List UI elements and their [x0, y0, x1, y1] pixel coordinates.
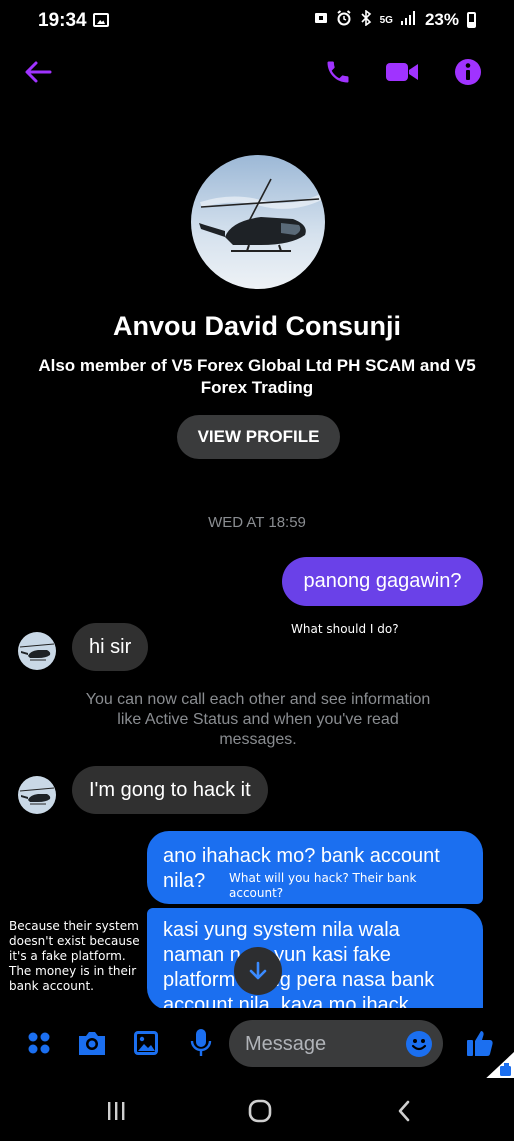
- annotation-line: The money is in their: [9, 964, 137, 978]
- helicopter-thumbnail: [18, 776, 56, 814]
- network-type: 5G: [379, 14, 393, 26]
- translation-annotation: What will you hack? Their bank account?: [229, 871, 429, 901]
- annotation-line: doesn't exist because: [9, 934, 140, 948]
- message-text: hi sir: [89, 635, 132, 658]
- contact-avatar[interactable]: [18, 632, 56, 670]
- message-text: I'm gong to hack it: [89, 778, 251, 801]
- contact-bio: Also member of V5 Forex Global Ltd PH SC…: [26, 355, 488, 399]
- notification-icon: [314, 11, 328, 29]
- annotation-line: it's a fake platform.: [9, 949, 126, 963]
- incoming-message[interactable]: I'm gong to hack it: [72, 766, 268, 814]
- camera-icon[interactable]: [73, 1024, 111, 1062]
- status-bar: 19:34 5G 23%: [0, 0, 514, 44]
- system-notice-line: like Active Status and when you've read: [117, 711, 399, 728]
- outgoing-message[interactable]: kasi yung system nila wala naman n yun k…: [147, 908, 483, 1010]
- translation-annotation: Because their system doesn't exist becau…: [9, 919, 141, 994]
- annotation-line: What will you hack? Their bank: [229, 871, 417, 885]
- status-icons: 5G 23%: [314, 9, 476, 30]
- back-arrow-icon[interactable]: [18, 52, 58, 92]
- system-notice: You can now call each other and see info…: [60, 690, 456, 750]
- system-notice-line: You can now call each other and see info…: [85, 691, 431, 708]
- battery-icon: [467, 12, 476, 28]
- message-input[interactable]: Message: [229, 1020, 443, 1067]
- view-profile-button[interactable]: VIEW PROFILE: [177, 415, 340, 459]
- contact-name: Anvou David Consunji: [112, 311, 401, 341]
- message-placeholder: Message: [245, 1033, 327, 1055]
- phone-icon[interactable]: [318, 52, 358, 92]
- back-icon[interactable]: [384, 1098, 424, 1124]
- helicopter-photo: [191, 155, 325, 289]
- translation-annotation: What should I do?: [291, 622, 399, 636]
- outgoing-message[interactable]: panong gagawin?: [282, 557, 483, 606]
- home-icon[interactable]: [240, 1098, 280, 1124]
- contact-bio-line: Also member of V5 Forex Global Ltd PH SC…: [38, 356, 476, 375]
- annotation-line: Because their system: [9, 919, 139, 933]
- scroll-to-bottom-button[interactable]: [234, 947, 282, 995]
- status-time: 19:34: [38, 10, 87, 31]
- helicopter-thumbnail: [18, 632, 56, 670]
- gallery-notification-icon: [93, 13, 109, 27]
- message-text-line: naman n yun kasi fake: [163, 944, 391, 966]
- contact-bio-line: Forex Trading: [200, 378, 314, 397]
- chat-header: [0, 52, 514, 96]
- bluetooth-icon: [360, 9, 372, 30]
- system-notice-line: messages.: [219, 731, 297, 748]
- contact-avatar[interactable]: [18, 776, 56, 814]
- message-text: panong gagawin?: [303, 570, 462, 592]
- battery-percent: 23%: [424, 10, 459, 29]
- annotation-line: bank account.: [9, 979, 94, 993]
- annotation-line: account?: [229, 886, 284, 900]
- navigation-bar: [0, 1078, 514, 1141]
- gallery-icon[interactable]: [127, 1024, 165, 1062]
- alarm-icon: [336, 10, 352, 30]
- info-icon[interactable]: [448, 52, 488, 92]
- profile-avatar[interactable]: [191, 155, 325, 289]
- video-camera-icon[interactable]: [382, 52, 422, 92]
- menu-dots-icon[interactable]: [20, 1024, 58, 1062]
- recent-apps-icon[interactable]: [96, 1098, 136, 1124]
- incoming-message[interactable]: hi sir: [72, 623, 149, 671]
- message-timestamp: WED AT 18:59: [208, 514, 306, 531]
- signal-icon: [400, 11, 417, 29]
- microphone-icon[interactable]: [182, 1024, 220, 1062]
- message-text-line: kasi yung system nila wala: [163, 919, 400, 941]
- emoji-icon[interactable]: [405, 1030, 433, 1058]
- message-text-line: ano ihahack mo? bank account: [163, 845, 440, 867]
- arrow-down-icon: [249, 961, 267, 980]
- message-composer: Message: [0, 1008, 514, 1078]
- message-text-line: platform ng pera nasa bank: [163, 969, 435, 991]
